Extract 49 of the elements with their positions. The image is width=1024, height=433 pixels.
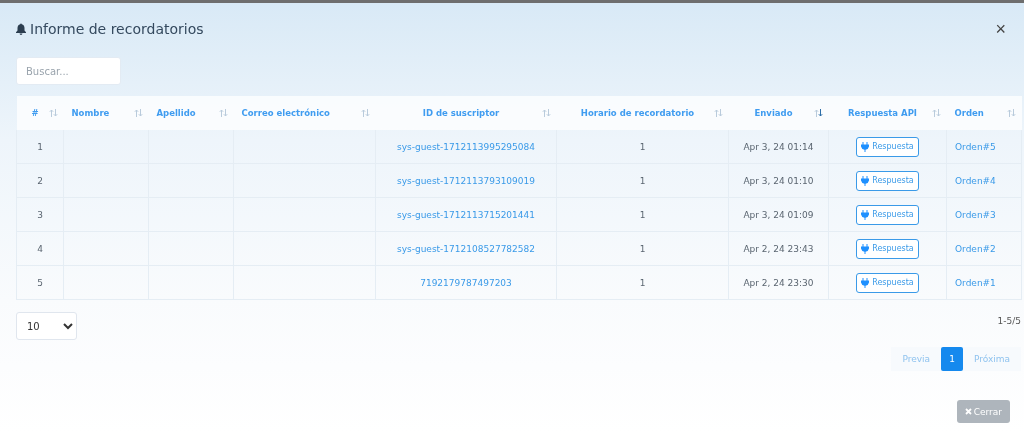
order-link[interactable]: Orden#2	[955, 243, 996, 254]
sort-icon[interactable]	[813, 109, 823, 117]
plug-icon	[861, 141, 870, 152]
range-label: 1-5/5	[997, 316, 1021, 326]
column-header[interactable]: Horario de recordatorio	[580, 108, 695, 118]
page-button[interactable]: 1	[941, 347, 963, 371]
table-cell: 3	[37, 209, 43, 220]
column-header[interactable]: Enviado	[754, 108, 793, 118]
plug-icon	[861, 209, 870, 220]
response-button[interactable]: Respuesta	[856, 170, 919, 191]
search-field[interactable]: Buscar...	[16, 57, 121, 85]
column-header[interactable]: Orden	[954, 108, 984, 118]
table-cell: Apr 3, 24 01:09	[743, 209, 814, 220]
table-cell: Apr 3, 24 01:10	[743, 175, 814, 186]
column-header[interactable]: Apellido	[156, 108, 196, 118]
response-button[interactable]: Respuesta	[856, 204, 919, 225]
close-icon	[964, 408, 972, 415]
close-button[interactable]: Cerrar	[956, 400, 1010, 423]
column-header[interactable]: Correo electrónico	[241, 108, 330, 118]
plug-icon	[861, 277, 870, 288]
bell-icon	[16, 23, 26, 35]
column-header[interactable]: Respuesta API	[847, 108, 918, 118]
table-cell: 1	[639, 141, 646, 152]
page-size-select[interactable]: 10	[16, 312, 77, 340]
order-link[interactable]: Orden#5	[955, 141, 996, 152]
table-cell: 1	[639, 209, 646, 220]
table-cell: 5	[37, 277, 43, 288]
table-cell: Apr 2, 24 23:43	[743, 243, 814, 254]
order-link[interactable]: Orden#1	[955, 277, 996, 288]
column-header[interactable]: Nombre	[71, 108, 110, 118]
column-header[interactable]: #	[31, 108, 39, 118]
plug-icon	[861, 175, 870, 186]
table-cell: 4	[37, 243, 43, 254]
order-link[interactable]: Orden#4	[955, 175, 996, 186]
response-button[interactable]: Respuesta	[856, 238, 919, 259]
table-cell: 1	[37, 141, 43, 152]
table-cell: 1	[639, 175, 646, 186]
table-cell: 2	[37, 175, 43, 186]
table-cell: 1	[639, 243, 646, 254]
response-button[interactable]: Respuesta	[856, 136, 919, 157]
subscriber-link[interactable]: 7192179787497203	[420, 277, 512, 288]
response-button[interactable]: Respuesta	[856, 272, 919, 293]
table-cell: Apr 2, 24 23:30	[743, 277, 814, 288]
plug-icon	[861, 243, 870, 254]
order-link[interactable]: Orden#3	[955, 209, 996, 220]
dialog-title: Informe de recordatorios	[30, 21, 204, 37]
column-header[interactable]: ID de suscriptor	[422, 108, 500, 118]
table-cell: Apr 3, 24 01:14	[743, 141, 814, 152]
table-cell: 1	[639, 277, 646, 288]
